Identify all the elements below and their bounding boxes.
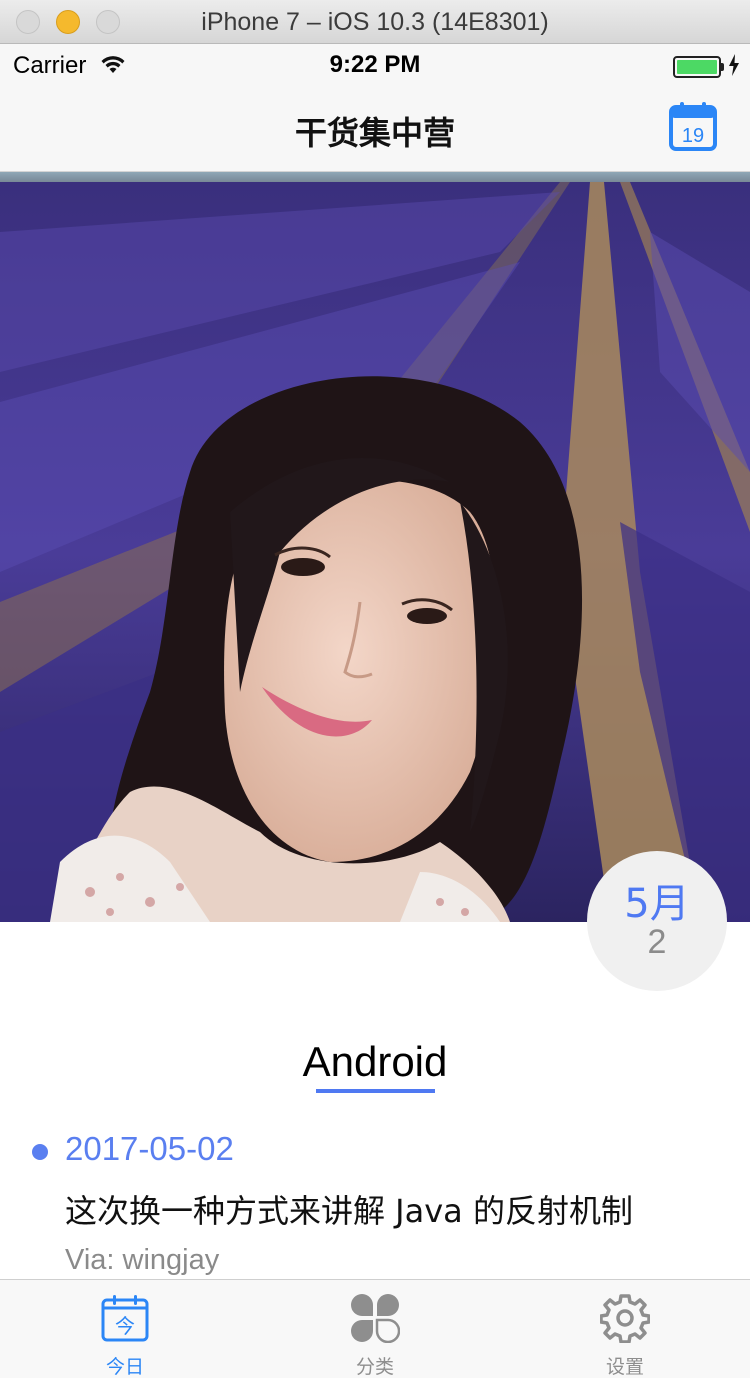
date-badge-month: 5月 [624, 881, 690, 927]
status-bar: Carrier 9:22 PM [0, 44, 750, 86]
today-calendar-icon: 今 [101, 1295, 149, 1342]
navigation-bar: 干货集中营 19 [0, 86, 750, 172]
window-title: iPhone 7 – iOS 10.3 (14E8301) [201, 8, 549, 36]
page-title: 干货集中营 [294, 114, 455, 152]
date-badge-day: 2 [647, 923, 667, 961]
calendar-icon-day: 19 [682, 125, 704, 147]
battery-level-fill [677, 60, 717, 74]
battery-cap [721, 63, 724, 71]
tab-today-label: 今日 [105, 1356, 144, 1378]
article-via: Via: wingjay [65, 1244, 220, 1276]
tab-settings[interactable]: 设置 [500, 1280, 750, 1378]
tab-category-label: 分类 [355, 1356, 394, 1378]
section-title-underline [316, 1089, 435, 1093]
list-bullet [32, 1144, 48, 1160]
tab-settings-label: 设置 [605, 1356, 644, 1378]
svg-text:今: 今 [115, 1314, 135, 1338]
simulator-titlebar: iPhone 7 – iOS 10.3 (14E8301) [0, 0, 750, 44]
section-title: Android [302, 1038, 448, 1085]
charging-bolt-icon [729, 54, 739, 76]
gear-icon [600, 1294, 650, 1343]
hero-photo[interactable] [0, 172, 750, 922]
article-title-link[interactable]: 这次换一种方式来讲解 Java 的反射机制 [65, 1186, 633, 1232]
category-icon [351, 1294, 400, 1343]
date-badge: 5月 2 [587, 851, 727, 991]
calendar-icon[interactable]: 19 [669, 101, 717, 151]
tab-category[interactable]: 分类 [250, 1280, 500, 1378]
hero-photo-illustration [0, 172, 750, 922]
article-date: 2017-05-02 [65, 1130, 234, 1167]
tab-bar: 今 今日 分类 设置 [0, 1279, 750, 1378]
battery-icon [673, 56, 721, 78]
status-time: 9:22 PM [329, 51, 421, 78]
tab-today[interactable]: 今 今日 [0, 1280, 250, 1378]
